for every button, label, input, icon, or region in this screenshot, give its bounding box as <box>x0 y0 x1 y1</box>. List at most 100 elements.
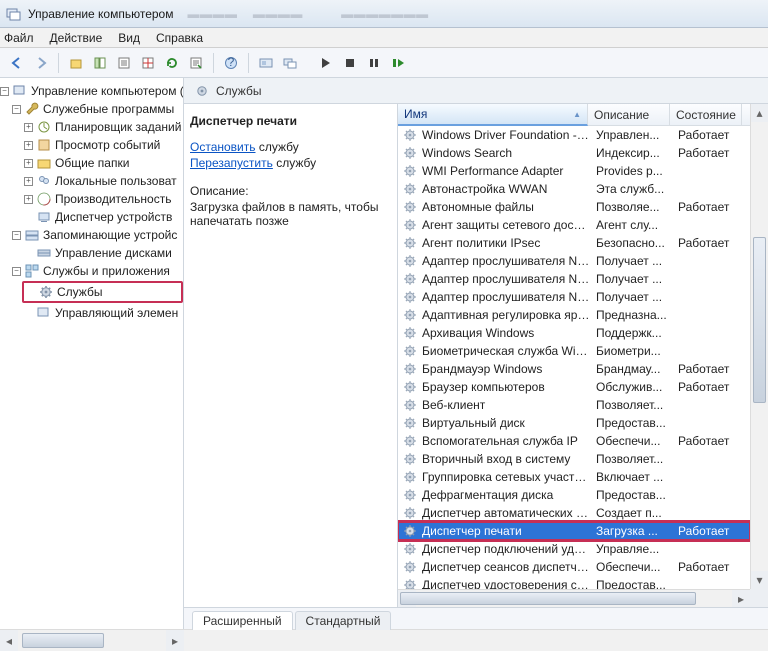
service-cell-name: Автонастройка WWAN <box>422 182 590 196</box>
tree-shared[interactable]: Общие папки <box>55 156 129 170</box>
tree-eventvwr[interactable]: Просмотр событий <box>55 138 160 152</box>
service-cell-state: Работает <box>672 200 744 214</box>
service-cell-name: Агент защиты сетевого доступа <box>422 218 590 232</box>
tree-hscroll[interactable]: ◂▸ <box>0 629 768 651</box>
service-row[interactable]: Биометрическая служба WindowsБиометри... <box>398 342 750 360</box>
service-cell-name: Дефрагментация диска <box>422 488 590 502</box>
up-button[interactable] <box>65 52 87 74</box>
back-button[interactable] <box>6 52 28 74</box>
service-cell-name: Адаптивная регулировка яркости <box>422 308 590 322</box>
service-list[interactable]: Имя▲ Описание Состояние Windows Driver F… <box>398 104 768 607</box>
service-row[interactable]: Группировка сетевых участниковВключает .… <box>398 468 750 486</box>
col-name[interactable]: Имя▲ <box>398 104 588 126</box>
service-row[interactable]: Диспетчер сеансов диспетчера о...Обеспеч… <box>398 558 750 576</box>
users-icon <box>36 173 52 189</box>
service-cell-name: Биометрическая служба Windows <box>422 344 590 358</box>
service-row[interactable]: Диспетчер печатиЗагрузка ...Работает <box>398 522 750 540</box>
tab-standard[interactable]: Стандартный <box>295 611 392 630</box>
service-row[interactable]: Вспомогательная служба IPОбеспечи...Рабо… <box>398 432 750 450</box>
menu-help[interactable]: Справка <box>156 31 203 45</box>
service-row[interactable]: Диспетчер удостоверения сетев...Предоста… <box>398 576 750 589</box>
nav-tree[interactable]: Управление компьютером (л Служебные прог… <box>0 78 184 629</box>
stop-button[interactable] <box>339 52 361 74</box>
service-row[interactable]: Диспетчер подключений удален...Управляе.… <box>398 540 750 558</box>
menu-view[interactable]: Вид <box>118 31 140 45</box>
restart-link[interactable]: Перезапустить <box>190 156 273 170</box>
service-row[interactable]: Агент политики IPsecБезопасно...Работает <box>398 234 750 252</box>
gear-icon <box>402 127 418 143</box>
service-row[interactable]: Виртуальный дискПредостав... <box>398 414 750 432</box>
tree-scheduler[interactable]: Планировщик заданий <box>55 120 181 134</box>
console-button[interactable] <box>255 52 277 74</box>
service-row[interactable]: Windows SearchИндексир...Работает <box>398 144 750 162</box>
service-row[interactable]: Браузер компьютеровОбслужив...Работает <box>398 378 750 396</box>
menu-action[interactable]: Действие <box>50 31 103 45</box>
tree-perf[interactable]: Производительность <box>55 192 171 206</box>
service-cell-description: Управляе... <box>590 542 672 556</box>
service-row[interactable]: Вторичный вход в системуПозволяет... <box>398 450 750 468</box>
service-cell-description: Предостав... <box>590 488 672 502</box>
service-cell-description: Позволяет... <box>590 452 672 466</box>
service-row[interactable]: Автонастройка WWANЭта служб... <box>398 180 750 198</box>
tab-extended[interactable]: Расширенный <box>192 611 293 630</box>
show-hide-tree-button[interactable] <box>89 52 111 74</box>
properties-button[interactable] <box>113 52 135 74</box>
service-row[interactable]: Брандмауэр WindowsБрандмау...Работает <box>398 360 750 378</box>
tree-storage[interactable]: Запоминающие устройс <box>43 228 177 242</box>
tree-diskmgr[interactable]: Управление дисками <box>55 246 172 260</box>
gear-icon <box>402 343 418 359</box>
refresh-button[interactable] <box>161 52 183 74</box>
service-row[interactable]: Агент защиты сетевого доступаАгент слу..… <box>398 216 750 234</box>
help-button[interactable]: ? <box>220 52 242 74</box>
gear-icon <box>402 325 418 341</box>
gear-icon <box>402 577 418 589</box>
menu-file[interactable]: Файл <box>4 31 34 45</box>
service-row[interactable]: Адаптер прослушивателя Net.M...Получает … <box>398 252 750 270</box>
service-cell-description: Эта служб... <box>590 182 672 196</box>
computer-icon <box>12 83 28 99</box>
col-description[interactable]: Описание <box>588 104 670 126</box>
gear-icon <box>402 487 418 503</box>
gear-icon <box>402 235 418 251</box>
tree-systools[interactable]: Служебные программы <box>43 102 174 116</box>
folder-icon <box>36 155 52 171</box>
service-cell-name: Виртуальный диск <box>422 416 590 430</box>
vertical-scrollbar[interactable]: ▴▾ <box>750 104 768 589</box>
tree-svcapps[interactable]: Службы и приложения <box>43 264 170 278</box>
export-button[interactable] <box>137 52 159 74</box>
service-row[interactable]: Адаптер прослушивателя Net.TcpПолучает .… <box>398 288 750 306</box>
detail-panel: Диспетчер печати Остановить службу Перез… <box>184 104 398 607</box>
col-state[interactable]: Состояние <box>670 104 742 126</box>
service-row[interactable]: Архивация WindowsПоддержк... <box>398 324 750 342</box>
service-cell-state: Работает <box>672 380 744 394</box>
gear-icon <box>402 271 418 287</box>
stop-link[interactable]: Остановить <box>190 140 256 154</box>
wrench-icon <box>24 101 40 117</box>
toolbar: ? <box>0 48 768 78</box>
service-cell-name: Windows Driver Foundation - User... <box>422 128 590 142</box>
service-row[interactable]: Адаптивная регулировка яркостиПредназна.… <box>398 306 750 324</box>
restart-button[interactable] <box>387 52 409 74</box>
service-row[interactable]: Дефрагментация дискаПредостав... <box>398 486 750 504</box>
tree-localusers[interactable]: Локальные пользоват <box>55 174 177 188</box>
service-cell-description: Создает п... <box>590 506 672 520</box>
service-row[interactable]: Адаптер прослушивателя Net.PipeПолучает … <box>398 270 750 288</box>
export-list-button[interactable] <box>185 52 207 74</box>
service-row[interactable]: Windows Driver Foundation - User...Управ… <box>398 126 750 144</box>
gear-icon <box>402 559 418 575</box>
tree-devmgr[interactable]: Диспетчер устройств <box>55 210 172 224</box>
horizontal-scrollbar[interactable]: ◂▸ <box>398 589 750 607</box>
forward-button[interactable] <box>30 52 52 74</box>
service-row[interactable]: Веб-клиентПозволяет... <box>398 396 750 414</box>
service-row[interactable]: Диспетчер автоматических подк...Создает … <box>398 504 750 522</box>
service-row[interactable]: Автономные файлыПозволяе...Работает <box>398 198 750 216</box>
tree-services[interactable]: Службы <box>57 285 102 299</box>
service-row[interactable]: WMI Performance AdapterProvides p... <box>398 162 750 180</box>
tree-root[interactable]: Управление компьютером (л <box>31 84 184 98</box>
tree-wmi[interactable]: Управляющий элемен <box>55 306 178 320</box>
pause-button[interactable] <box>363 52 385 74</box>
service-cell-name: Агент политики IPsec <box>422 236 590 250</box>
new-window-button[interactable] <box>279 52 301 74</box>
play-button[interactable] <box>315 52 337 74</box>
gear-icon <box>402 199 418 215</box>
